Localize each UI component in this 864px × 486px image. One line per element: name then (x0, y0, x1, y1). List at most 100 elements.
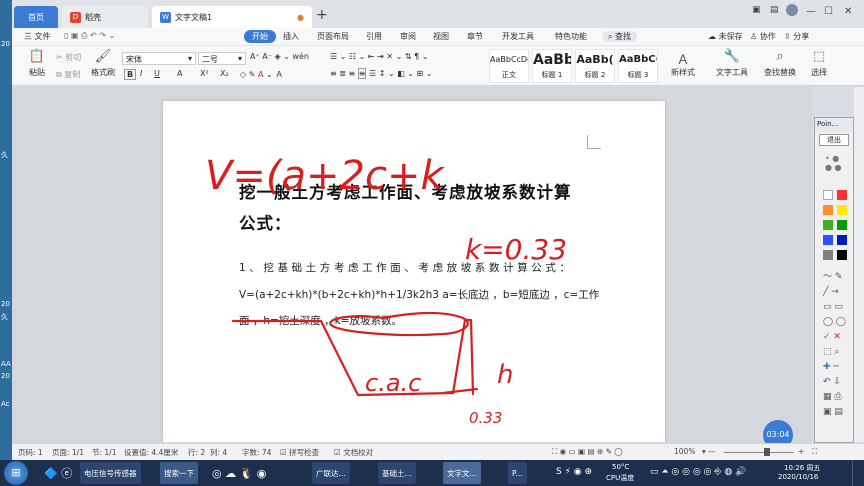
ribbon-tab-view[interactable]: 视图 (433, 31, 449, 42)
tab-document[interactable]: W 文字文稿1 ● (152, 6, 312, 28)
style-heading-3[interactable]: AaBbC(标题 3 (618, 49, 658, 83)
clock-date: 2020/10/16 (778, 473, 819, 481)
style-normal[interactable]: AaBbCcDd 正文 (489, 49, 529, 83)
skin-icon[interactable]: ▤ (770, 5, 779, 15)
find-replace-button[interactable]: ⌕ 查找替换 (760, 49, 800, 78)
cursor-icon: ⬚ (812, 49, 826, 64)
taskbar-item-writer[interactable]: 文字文... (443, 462, 481, 484)
subscript-button[interactable]: X₂ (220, 69, 229, 78)
ribbon-tab-devtools[interactable]: 开发工具 (502, 31, 534, 42)
ribbon-tab-insert[interactable]: 插入 (283, 31, 299, 42)
underline-button[interactable]: U (154, 69, 160, 78)
ribbon-tab-layout[interactable]: 页面布局 (317, 31, 349, 42)
color-swatch-black[interactable] (837, 250, 847, 260)
format-painter-button[interactable]: 🖌 格式刷 (88, 49, 118, 78)
search-box[interactable]: ⌕ 查找 (602, 31, 638, 42)
align-buttons[interactable]: ≡ ≣ ≡ ≡ ☰ ↕ ⌄ ◧ ⌄ ⊞ ⌄ (330, 68, 433, 79)
unsaved-status[interactable]: ☁ 未保存 (708, 31, 743, 42)
taskbar-item-pointer[interactable]: P... (508, 462, 527, 484)
ribbon-tab-features[interactable]: 特色功能 (555, 31, 587, 42)
file-menu[interactable]: 三 文件 (24, 31, 51, 42)
cut-label: 剪切 (65, 53, 82, 62)
taskbar-item-sensor[interactable]: 电压信号传感器 (80, 462, 141, 484)
color-swatch-lightgreen[interactable] (823, 220, 833, 230)
ribbon-tab-chapter[interactable]: 章节 (467, 31, 483, 42)
text-effect-buttons[interactable]: ◇ ✎ A ⌄ Ａ (240, 69, 283, 80)
view-mode-icons[interactable]: ⛶ ◉ ▭ ▣ ▤ ⊕ ✎ ◯ (552, 447, 623, 457)
layout-icon[interactable]: ▣ (752, 5, 761, 15)
minimize-button[interactable]: — (806, 6, 816, 17)
ribbon-tab-start[interactable]: 开始 (244, 30, 276, 43)
style-preview: AaBb (533, 52, 571, 68)
zoom-level[interactable]: 100% (674, 447, 695, 456)
fit-page-icon[interactable]: ⛶ (812, 447, 817, 457)
brush-icon: 🖌 (94, 49, 112, 64)
share-icon: ⇪ (784, 32, 791, 41)
taskbar-pinned-icons[interactable]: ◎ ☁ 🐧 ◉ (208, 462, 270, 484)
taskbar-search[interactable]: 搜索一下 (160, 462, 198, 484)
document-page[interactable]: 挖一般土方考虑工作面、考虑放坡系数计算 公式： 1、挖基础土方考虑工作面、考虑放… (163, 101, 665, 442)
font-grow-shrink[interactable]: A⁺ A⁻ ◈ ⌄ wén (250, 52, 309, 61)
color-swatch-yellow[interactable] (837, 205, 847, 215)
ink-circle-k (329, 311, 469, 337)
list-buttons[interactable]: ☰ ⌄ ☷ ⌄ ⇤ ⇥ ✕ ⌄ ⇅ ¶ ⌄ (330, 52, 429, 61)
document-canvas[interactable]: ▤ ▾ 挖一般土方考虑工作面、考虑放坡系数计算 公式： 1、挖基础土方考虑工作面… (12, 87, 812, 442)
tab-home-label: 首页 (28, 12, 44, 22)
zoom-dropdown-icon[interactable]: ▾ — (702, 447, 716, 456)
tab-daoke[interactable]: D 稻壳 (62, 6, 148, 28)
proofread-button[interactable]: ☑ 文档校对 (334, 447, 373, 458)
strip-text: 久 (1, 313, 8, 321)
system-tray-icons[interactable]: ▭ ⏶ ◎ ◎ ◎ ◎ ⎆ ◍ 🔊 (650, 467, 746, 477)
pen-size-icons[interactable]: • ● ● ● (825, 154, 842, 172)
close-button[interactable]: ✕ (844, 6, 852, 17)
color-swatch-blue[interactable] (823, 235, 833, 245)
tab-home[interactable]: 首页 (14, 6, 58, 28)
zoom-slider-thumb[interactable] (764, 448, 770, 456)
taskbar-item-basic[interactable]: 基础土... (378, 462, 416, 484)
spell-check-button[interactable]: ☑ 拼写检查 (280, 447, 319, 458)
cut-button[interactable]: ✂ 剪切 (56, 52, 81, 63)
style-heading-1[interactable]: AaBb 标题 1 (532, 49, 572, 83)
style-heading-2[interactable]: AaBb(标题 2 (575, 49, 615, 83)
quick-access-icons[interactable]: ▯ ▣ ⎙ ↶ ↷ ⌄ (64, 31, 115, 41)
color-swatch-green[interactable] (837, 220, 847, 230)
select-button[interactable]: ⬚ 选择 (804, 49, 834, 78)
bold-button[interactable]: B (124, 69, 137, 80)
new-style-button[interactable]: Ａ 新样式 (668, 49, 698, 78)
tray-icons[interactable]: S ⚡ ◉ ⊕ (556, 467, 592, 477)
new-tab-button[interactable]: + (316, 7, 328, 23)
wrench-icon: 🔧 (723, 49, 741, 64)
show-desktop-button[interactable] (852, 460, 860, 486)
ink-h-label: h (497, 360, 513, 390)
paste-button[interactable]: 📋 粘贴 (22, 49, 52, 78)
ribbon-tab-reference[interactable]: 引用 (366, 31, 382, 42)
font-name-select[interactable]: 宋体 ▾ (122, 52, 196, 65)
start-button[interactable]: ⊞ (4, 461, 28, 485)
collab-button[interactable]: ♙ 协作 (750, 31, 776, 42)
italic-button[interactable]: I (140, 69, 142, 78)
copy-button[interactable]: ⧉ 复制 (56, 69, 80, 80)
zoom-slider[interactable] (724, 452, 794, 453)
color-swatch-gray[interactable] (823, 250, 833, 260)
taskbar-app-icons[interactable]: 🔷 ⓔ (40, 462, 76, 484)
color-swatch-red[interactable] (837, 190, 847, 200)
strike-button[interactable]: A (177, 69, 182, 78)
color-swatch-orange[interactable] (823, 205, 833, 215)
avatar[interactable] (786, 4, 798, 16)
color-swatch-darkblue[interactable] (837, 235, 847, 245)
vertical-scrollbar[interactable] (854, 87, 864, 442)
restore-button[interactable]: ☐ (824, 6, 833, 17)
drawing-tool-icons[interactable]: ～ ✎ ╱ → ▭ ▭ ◯ ◯ ✓ ✕ ⬚ ⌕ ✚ ─ ↶ ⇩ ▦ ⎙ ▣ ▤ (823, 270, 846, 420)
text-tools-button[interactable]: 🔧 文字工具 (712, 49, 752, 78)
share-button[interactable]: ⇪ 分享 (784, 31, 809, 42)
zoom-in-icon[interactable]: + (798, 447, 804, 456)
color-swatch-white[interactable] (823, 190, 833, 200)
taskbar-item-glodon[interactable]: 广联达... (312, 462, 350, 484)
tab-daoke-label: 稻壳 (85, 12, 101, 22)
superscript-button[interactable]: X² (200, 69, 209, 78)
ribbon-tab-review[interactable]: 审阅 (400, 31, 416, 42)
exit-button[interactable]: 退出 (819, 134, 849, 146)
pointer-panel-title: Poin... (815, 118, 853, 132)
status-words[interactable]: 字数: 74 (242, 447, 271, 458)
font-size-select[interactable]: 二号 ▾ (198, 52, 246, 65)
